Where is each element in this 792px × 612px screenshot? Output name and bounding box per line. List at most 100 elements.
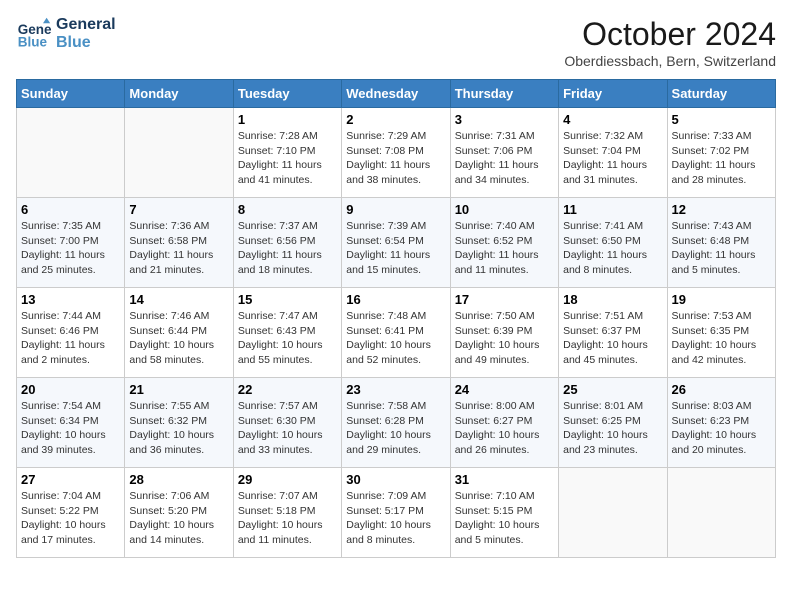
day-info: Sunrise: 7:35 AMSunset: 7:00 PMDaylight:… [21,219,120,278]
day-number: 18 [563,292,662,307]
day-info: Sunrise: 7:43 AMSunset: 6:48 PMDaylight:… [672,219,771,278]
weekday-sunday: Sunday [17,80,125,108]
calendar-cell: 6 Sunrise: 7:35 AMSunset: 7:00 PMDaylight… [17,198,125,288]
day-info: Sunrise: 7:44 AMSunset: 6:46 PMDaylight:… [21,309,120,368]
day-number: 6 [21,202,120,217]
calendar-cell: 9 Sunrise: 7:39 AMSunset: 6:54 PMDaylight… [342,198,450,288]
month-title: October 2024 [564,16,776,53]
day-info: Sunrise: 8:01 AMSunset: 6:25 PMDaylight:… [563,399,662,458]
calendar-cell: 13 Sunrise: 7:44 AMSunset: 6:46 PMDayligh… [17,288,125,378]
calendar-cell: 14 Sunrise: 7:46 AMSunset: 6:44 PMDayligh… [125,288,233,378]
day-number: 17 [455,292,554,307]
calendar-cell: 29Sunrise: 7:07 AMSunset: 5:18 PMDayligh… [233,468,341,558]
day-info: Sunrise: 7:40 AMSunset: 6:52 PMDaylight:… [455,219,554,278]
day-number: 13 [21,292,120,307]
week-row-4: 20Sunrise: 7:54 AMSunset: 6:34 PMDayligh… [17,378,776,468]
calendar-cell [559,468,667,558]
calendar-cell: 23Sunrise: 7:58 AMSunset: 6:28 PMDayligh… [342,378,450,468]
day-number: 24 [455,382,554,397]
logo-blue: Blue [56,34,116,52]
day-info: Sunrise: 7:32 AMSunset: 7:04 PMDaylight:… [563,129,662,188]
day-number: 15 [238,292,337,307]
day-number: 4 [563,112,662,127]
page-header: General Blue General Blue October 2024 O… [16,16,776,69]
day-info: Sunrise: 7:09 AMSunset: 5:17 PMDaylight:… [346,489,445,548]
calendar-cell: 21 Sunrise: 7:55 AMSunset: 6:32 PMDayligh… [125,378,233,468]
day-info: Sunrise: 7:48 AMSunset: 6:41 PMDaylight:… [346,309,445,368]
day-number: 10 [455,202,554,217]
calendar-cell: 12Sunrise: 7:43 AMSunset: 6:48 PMDayligh… [667,198,775,288]
calendar-cell: 3Sunrise: 7:31 AMSunset: 7:06 PMDaylight… [450,108,558,198]
day-number: 14 [129,292,228,307]
calendar-cell: 5Sunrise: 7:33 AMSunset: 7:02 PMDaylight… [667,108,775,198]
day-number: 9 [346,202,445,217]
day-info: Sunrise: 8:03 AMSunset: 6:23 PMDaylight:… [672,399,771,458]
calendar-cell: 25 Sunrise: 8:01 AMSunset: 6:25 PMDayligh… [559,378,667,468]
day-info: Sunrise: 7:57 AMSunset: 6:30 PMDaylight:… [238,399,337,458]
day-info: Sunrise: 7:28 AMSunset: 7:10 PMDaylight:… [238,129,337,188]
day-info: Sunrise: 7:31 AMSunset: 7:06 PMDaylight:… [455,129,554,188]
calendar-cell: 8 Sunrise: 7:37 AMSunset: 6:56 PMDaylight… [233,198,341,288]
calendar-cell: 15Sunrise: 7:47 AMSunset: 6:43 PMDayligh… [233,288,341,378]
calendar-cell: 11Sunrise: 7:41 AMSunset: 6:50 PMDayligh… [559,198,667,288]
day-info: Sunrise: 7:10 AMSunset: 5:15 PMDaylight:… [455,489,554,548]
week-row-2: 6 Sunrise: 7:35 AMSunset: 7:00 PMDaylight… [17,198,776,288]
calendar-cell: 27Sunrise: 7:04 AMSunset: 5:22 PMDayligh… [17,468,125,558]
location-subtitle: Oberdiessbach, Bern, Switzerland [564,53,776,69]
day-number: 29 [238,472,337,487]
week-row-1: 1 Sunrise: 7:28 AMSunset: 7:10 PMDaylight… [17,108,776,198]
day-info: Sunrise: 7:37 AMSunset: 6:56 PMDaylight:… [238,219,337,278]
calendar-cell: 2 Sunrise: 7:29 AMSunset: 7:08 PMDaylight… [342,108,450,198]
calendar-cell: 19 Sunrise: 7:53 AMSunset: 6:35 PMDayligh… [667,288,775,378]
day-number: 5 [672,112,771,127]
calendar-cell: 18 Sunrise: 7:51 AMSunset: 6:37 PMDayligh… [559,288,667,378]
calendar-cell [667,468,775,558]
logo-icon: General Blue [16,16,52,52]
calendar-table: SundayMondayTuesdayWednesdayThursdayFrid… [16,79,776,558]
day-info: Sunrise: 7:53 AMSunset: 6:35 PMDaylight:… [672,309,771,368]
calendar-cell: 4 Sunrise: 7:32 AMSunset: 7:04 PMDaylight… [559,108,667,198]
calendar-cell: 28 Sunrise: 7:06 AMSunset: 5:20 PMDayligh… [125,468,233,558]
calendar-cell: 22 Sunrise: 7:57 AMSunset: 6:30 PMDayligh… [233,378,341,468]
day-info: Sunrise: 7:54 AMSunset: 6:34 PMDaylight:… [21,399,120,458]
day-info: Sunrise: 7:46 AMSunset: 6:44 PMDaylight:… [129,309,228,368]
day-info: Sunrise: 7:55 AMSunset: 6:32 PMDaylight:… [129,399,228,458]
weekday-thursday: Thursday [450,80,558,108]
calendar-cell: 10 Sunrise: 7:40 AMSunset: 6:52 PMDayligh… [450,198,558,288]
calendar-cell: 26 Sunrise: 8:03 AMSunset: 6:23 PMDayligh… [667,378,775,468]
calendar-header: SundayMondayTuesdayWednesdayThursdayFrid… [17,80,776,108]
day-info: Sunrise: 7:39 AMSunset: 6:54 PMDaylight:… [346,219,445,278]
weekday-monday: Monday [125,80,233,108]
calendar-cell [17,108,125,198]
weekday-tuesday: Tuesday [233,80,341,108]
day-info: Sunrise: 7:50 AMSunset: 6:39 PMDaylight:… [455,309,554,368]
day-number: 16 [346,292,445,307]
day-number: 1 [238,112,337,127]
day-number: 7 [129,202,228,217]
calendar-cell: 30 Sunrise: 7:09 AMSunset: 5:17 PMDayligh… [342,468,450,558]
day-info: Sunrise: 7:41 AMSunset: 6:50 PMDaylight:… [563,219,662,278]
day-info: Sunrise: 8:00 AMSunset: 6:27 PMDaylight:… [455,399,554,458]
week-row-3: 13 Sunrise: 7:44 AMSunset: 6:46 PMDayligh… [17,288,776,378]
day-number: 22 [238,382,337,397]
day-info: Sunrise: 7:06 AMSunset: 5:20 PMDaylight:… [129,489,228,548]
title-block: October 2024 Oberdiessbach, Bern, Switze… [564,16,776,69]
week-row-5: 27Sunrise: 7:04 AMSunset: 5:22 PMDayligh… [17,468,776,558]
day-info: Sunrise: 7:51 AMSunset: 6:37 PMDaylight:… [563,309,662,368]
day-number: 19 [672,292,771,307]
calendar-cell: 17 Sunrise: 7:50 AMSunset: 6:39 PMDayligh… [450,288,558,378]
weekday-friday: Friday [559,80,667,108]
calendar-cell: 1 Sunrise: 7:28 AMSunset: 7:10 PMDaylight… [233,108,341,198]
svg-text:Blue: Blue [18,35,48,50]
day-number: 26 [672,382,771,397]
calendar-cell: 24 Sunrise: 8:00 AMSunset: 6:27 PMDayligh… [450,378,558,468]
day-number: 28 [129,472,228,487]
logo-general: General [56,16,116,34]
day-number: 21 [129,382,228,397]
day-number: 8 [238,202,337,217]
day-number: 23 [346,382,445,397]
day-number: 25 [563,382,662,397]
day-info: Sunrise: 7:29 AMSunset: 7:08 PMDaylight:… [346,129,445,188]
day-number: 2 [346,112,445,127]
day-number: 30 [346,472,445,487]
